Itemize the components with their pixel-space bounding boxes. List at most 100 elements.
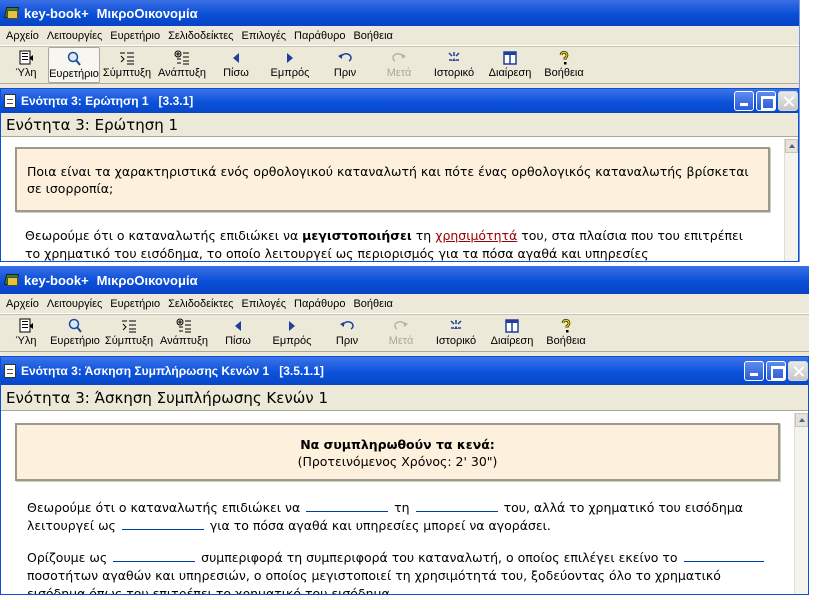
expand-button[interactable]: Ανάπτυξη [154,47,210,83]
split-button[interactable]: Διαίρεση [484,315,540,351]
menu-functions[interactable]: Λειτουργίες [43,26,106,46]
toc-button[interactable]: Ύλη [4,47,48,83]
app-title-bar[interactable]: key-book+ ΜικροΟικονομία [0,266,809,294]
scroll-up-icon[interactable] [785,139,798,153]
help-label: Βοήθεια [544,67,584,79]
book-app-icon [3,272,20,288]
menu-bookmarks[interactable]: Σελιδοδείκτες [164,26,237,46]
book-name: ΜικροΟικονομία [96,272,198,288]
exercise-paragraph-1: Θεωρούμε ότι ο καταναλωτής επιδιώκει να … [27,499,770,535]
back-arrow-icon [235,321,241,331]
undo-label: Πριν [335,335,359,347]
menu-options[interactable]: Επιλογές [238,294,291,314]
back-arrow-icon [233,53,239,63]
book-name: ΜικροΟικονομία [96,5,198,21]
index-button[interactable]: Ευρετήριο [48,47,100,83]
redo-button[interactable]: Μετά [374,315,428,351]
blank-input-1[interactable] [306,500,389,512]
undo-icon [338,53,352,62]
vertical-scrollbar[interactable] [784,139,798,261]
history-label: Ιστορικό [433,67,475,79]
document-title-bar[interactable]: Ενότητα 3: Ερώτηση 1 [3.3.1] [1,89,798,113]
menu-window[interactable]: Παράθυρο [290,294,349,314]
document-content: Ποια είναι τα χαρακτηριστικά ενός ορθολο… [1,139,784,261]
redo-label: Μετά [386,67,412,79]
exercise-text: τη [394,500,410,515]
exercise-text: ποσοτήτων αγαθών και υπηρεσιών, ο οποίος… [27,568,606,583]
history-icon [450,320,462,329]
window-controls [744,361,808,381]
menu-file[interactable]: Αρχείο [2,26,43,46]
history-icon [448,52,460,61]
split-label: Διαίρεση [490,335,534,347]
history-label: Ιστορικό [435,335,477,347]
index-label: Ευρετήριο [50,335,100,347]
book-app-icon [3,5,20,21]
undo-button[interactable]: Πριν [318,47,372,83]
back-button[interactable]: Πίσω [210,47,262,83]
app-title-bar[interactable]: key-book+ ΜικροΟικονομία [0,0,799,26]
toc-icon [19,318,33,333]
toc-icon [19,50,33,65]
menu-options[interactable]: Επιλογές [238,26,291,46]
expand-button[interactable]: Ανάπτυξη [156,315,212,351]
glossary-link-utility[interactable]: χρησιμότητά [435,228,517,243]
forward-button[interactable]: Εμπρός [262,47,318,83]
index-button[interactable]: Ευρετήριο [48,315,102,351]
close-button[interactable] [788,361,808,381]
app-name: key-book+ [24,5,89,21]
help-button[interactable]: Βοήθεια [538,47,590,83]
forward-label: Εμπρός [272,335,312,347]
scroll-up-icon[interactable] [795,413,808,427]
split-icon [505,319,519,333]
menu-help[interactable]: Βοήθεια [349,26,396,46]
redo-button[interactable]: Μετά [372,47,426,83]
blank-input-4[interactable] [113,550,196,562]
minimize-button[interactable] [734,91,754,111]
split-button[interactable]: Διαίρεση [482,47,538,83]
toc-label: Ύλη [15,67,37,79]
menu-help[interactable]: Βοήθεια [349,294,396,314]
close-button[interactable] [778,91,798,111]
maximize-button[interactable] [766,361,786,381]
app-name: key-book+ [24,272,89,288]
minimize-button[interactable] [744,361,764,381]
section-heading: Ενότητα 3: Άσκηση Συμπλήρωσης Κενών 1 [1,385,808,411]
section-heading: Ενότητα 3: Ερώτηση 1 [1,113,798,137]
toc-button[interactable]: Ύλη [4,315,48,351]
collapse-button[interactable]: Σύμπτυξη [102,315,156,351]
menu-window[interactable]: Παράθυρο [290,26,349,46]
menu-functions[interactable]: Λειτουργίες [43,294,106,314]
menu-index[interactable]: Ευρετήριο [106,26,164,46]
history-button[interactable]: Ιστορικό [426,47,482,83]
redo-icon [394,321,408,330]
help-button[interactable]: Βοήθεια [540,315,592,351]
redo-icon [392,53,406,62]
toolbar: Ύλη Ευρετήριο Σύμπτυξη Ανάπτυξη Πίσω Εμπ… [0,46,799,84]
split-icon [503,51,517,65]
collapse-button[interactable]: Σύμπτυξη [100,47,154,83]
vertical-scrollbar[interactable] [794,413,808,594]
blank-input-2[interactable] [415,500,498,512]
document-window-question: Ενότητα 3: Ερώτηση 1 [3.3.1] Ενότητα 3: … [0,88,799,262]
toolbar: Ύλη Ευρετήριο Σύμπτυξη Ανάπτυξη Πίσω Εμπ… [0,314,809,352]
index-label: Ευρετήριο [49,68,99,80]
maximize-button[interactable] [756,91,776,111]
forward-button[interactable]: Εμπρός [264,315,320,351]
instruction-box: Να συμπληρωθούν τα κενά: (Προτεινόμενος … [15,423,780,481]
history-button[interactable]: Ιστορικό [428,315,484,351]
document-title-bar[interactable]: Ενότητα 3: Άσκηση Συμπλήρωσης Κενών 1 [3… [1,357,808,385]
blank-input-5[interactable] [683,550,764,562]
forward-arrow-icon [287,53,293,63]
back-button[interactable]: Πίσω [212,315,264,351]
document-title: Ενότητα 3: Ερώτηση 1 [3.3.1] [21,94,194,108]
menu-bar: Αρχείο Λειτουργίες Ευρετήριο Σελιδοδείκτ… [0,294,809,314]
forward-arrow-icon [289,321,295,331]
expand-label: Ανάπτυξη [160,335,208,347]
menu-file[interactable]: Αρχείο [2,294,43,314]
menu-index[interactable]: Ευρετήριο [106,294,164,314]
undo-button[interactable]: Πριν [320,315,374,351]
back-label: Πίσω [223,67,249,79]
blank-input-3[interactable] [121,518,204,530]
menu-bookmarks[interactable]: Σελιδοδείκτες [164,294,237,314]
